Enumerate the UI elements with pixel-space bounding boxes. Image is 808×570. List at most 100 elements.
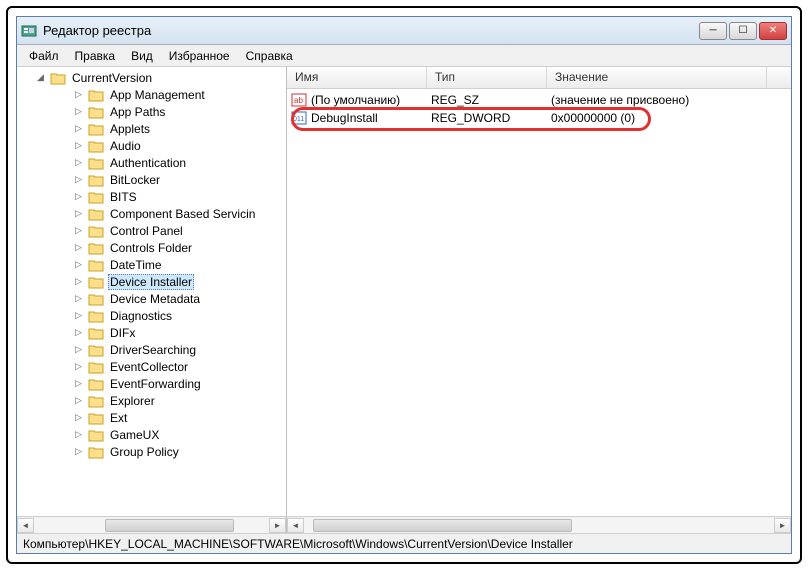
column-header-type[interactable]: Тип — [427, 67, 547, 88]
tree-hscrollbar[interactable]: ◄ ► — [17, 516, 286, 533]
tree-item-label: DIFx — [108, 326, 137, 340]
expand-icon[interactable]: ▷ — [73, 293, 84, 304]
tree-item[interactable]: ▷Control Panel — [17, 222, 286, 239]
menu-view[interactable]: Вид — [123, 47, 161, 65]
tree-item[interactable]: ▷Group Policy — [17, 443, 286, 460]
expand-icon[interactable]: ▷ — [73, 429, 84, 440]
value-type: REG_SZ — [431, 93, 551, 107]
tree-item[interactable]: ▷ Controls Folder — [17, 239, 286, 256]
expand-icon[interactable]: ▷ — [73, 310, 84, 321]
tree-item[interactable]: ▷ DIFx — [17, 324, 286, 341]
tree-item[interactable]: ▷App Management — [17, 86, 286, 103]
string-value-icon: ab — [291, 92, 307, 108]
dword-value-icon: 011 — [291, 110, 307, 126]
window-title: Редактор реестра — [43, 23, 699, 38]
tree-item[interactable]: ▷BITS — [17, 188, 286, 205]
list-row[interactable]: ab(По умолчанию)REG_SZ(значение не присв… — [287, 91, 791, 109]
tree-item[interactable]: ▷ Ext — [17, 409, 286, 426]
expand-icon[interactable]: ▷ — [73, 276, 84, 287]
column-header-data[interactable]: Значение — [547, 67, 767, 88]
expand-icon[interactable]: ▷ — [73, 412, 84, 423]
menu-help[interactable]: Справка — [238, 47, 301, 65]
minimize-button[interactable]: ─ — [699, 22, 727, 40]
menu-file[interactable]: Файл — [21, 47, 67, 65]
folder-icon — [88, 445, 104, 459]
expand-icon[interactable]: ▷ — [73, 446, 84, 457]
collapse-icon[interactable]: ◢ — [35, 72, 46, 83]
expand-icon[interactable]: ▷ — [73, 123, 84, 134]
tree-item[interactable]: ▷BitLocker — [17, 171, 286, 188]
content-area: ◢CurrentVersion▷App Management▷App Paths… — [17, 67, 791, 533]
expand-icon[interactable]: ▷ — [73, 361, 84, 372]
expand-icon[interactable]: ▷ — [73, 208, 84, 219]
tree-item[interactable]: ▷EventCollector — [17, 358, 286, 375]
tree-body[interactable]: ◢CurrentVersion▷App Management▷App Paths… — [17, 67, 286, 516]
svg-text:011: 011 — [293, 116, 304, 123]
tree-item[interactable]: ▷Applets — [17, 120, 286, 137]
expand-icon[interactable]: ▷ — [73, 140, 84, 151]
tree-item-label: Device Installer — [108, 274, 194, 290]
list-body[interactable]: ab(По умолчанию)REG_SZ(значение не присв… — [287, 89, 791, 516]
folder-icon — [88, 377, 104, 391]
statusbar-path: Компьютер\HKEY_LOCAL_MACHINE\SOFTWARE\Mi… — [23, 537, 573, 551]
maximize-button[interactable]: ☐ — [729, 22, 757, 40]
folder-icon — [88, 173, 104, 187]
scroll-right-icon[interactable]: ► — [269, 518, 286, 533]
tree-item[interactable]: ▷EventForwarding — [17, 375, 286, 392]
scroll-left-icon[interactable]: ◄ — [17, 518, 34, 533]
folder-icon — [88, 326, 104, 340]
tree-item[interactable]: ▷ Audio — [17, 137, 286, 154]
expand-icon[interactable]: ▷ — [73, 191, 84, 202]
tree-item[interactable]: ▷DateTime — [17, 256, 286, 273]
expand-icon[interactable]: ▷ — [73, 395, 84, 406]
tree-item[interactable]: ▷GameUX — [17, 426, 286, 443]
tree-item[interactable]: ▷App Paths — [17, 103, 286, 120]
expand-icon[interactable]: ▷ — [73, 378, 84, 389]
expand-icon[interactable]: ▷ — [73, 174, 84, 185]
tree-item[interactable]: ▷Device Metadata — [17, 290, 286, 307]
expand-icon[interactable]: ▷ — [73, 225, 84, 236]
menu-edit[interactable]: Правка — [67, 47, 124, 65]
column-header-name[interactable]: Имя — [287, 67, 427, 88]
tree-item[interactable]: ▷DriverSearching — [17, 341, 286, 358]
tree-item-label: Controls Folder — [108, 241, 194, 255]
folder-icon — [88, 207, 104, 221]
list-hscrollbar[interactable]: ◄ ► — [287, 516, 791, 533]
tree-item-label: Ext — [108, 411, 129, 425]
folder-icon — [88, 428, 104, 442]
list-row[interactable]: 011DebugInstallREG_DWORD0x00000000 (0) — [287, 109, 791, 127]
svg-text:ab: ab — [294, 96, 303, 105]
folder-icon — [88, 122, 104, 136]
folder-icon — [88, 139, 104, 153]
expand-icon[interactable]: ▷ — [73, 89, 84, 100]
expand-icon[interactable]: ▷ — [73, 157, 84, 168]
value-data: 0x00000000 (0) — [551, 111, 771, 125]
folder-icon — [88, 190, 104, 204]
scroll-right-icon[interactable]: ► — [774, 518, 791, 533]
menu-favorites[interactable]: Избранное — [161, 47, 238, 65]
expand-icon[interactable]: ▷ — [73, 259, 84, 270]
folder-icon — [88, 275, 104, 289]
folder-icon — [50, 71, 66, 85]
tree-item-root[interactable]: ◢CurrentVersion — [17, 69, 286, 86]
regedit-icon — [21, 23, 37, 39]
tree-item-label: Explorer — [108, 394, 157, 408]
close-button[interactable]: ✕ — [759, 22, 787, 40]
tree-item-label: Audio — [108, 139, 143, 153]
expand-icon[interactable]: ▷ — [73, 106, 84, 117]
folder-icon — [88, 224, 104, 238]
folder-icon — [88, 360, 104, 374]
folder-icon — [88, 309, 104, 323]
expand-icon[interactable]: ▷ — [73, 242, 84, 253]
tree-item[interactable]: ▷ Device Installer — [17, 273, 286, 290]
folder-icon — [88, 394, 104, 408]
tree-item[interactable]: ▷Diagnostics — [17, 307, 286, 324]
expand-icon[interactable]: ▷ — [73, 344, 84, 355]
tree-panel: ◢CurrentVersion▷App Management▷App Paths… — [17, 67, 287, 533]
expand-icon[interactable]: ▷ — [73, 327, 84, 338]
folder-icon — [88, 156, 104, 170]
tree-item[interactable]: ▷Component Based Servicin — [17, 205, 286, 222]
scroll-left-icon[interactable]: ◄ — [287, 518, 304, 533]
tree-item[interactable]: ▷ Explorer — [17, 392, 286, 409]
tree-item[interactable]: ▷Authentication — [17, 154, 286, 171]
